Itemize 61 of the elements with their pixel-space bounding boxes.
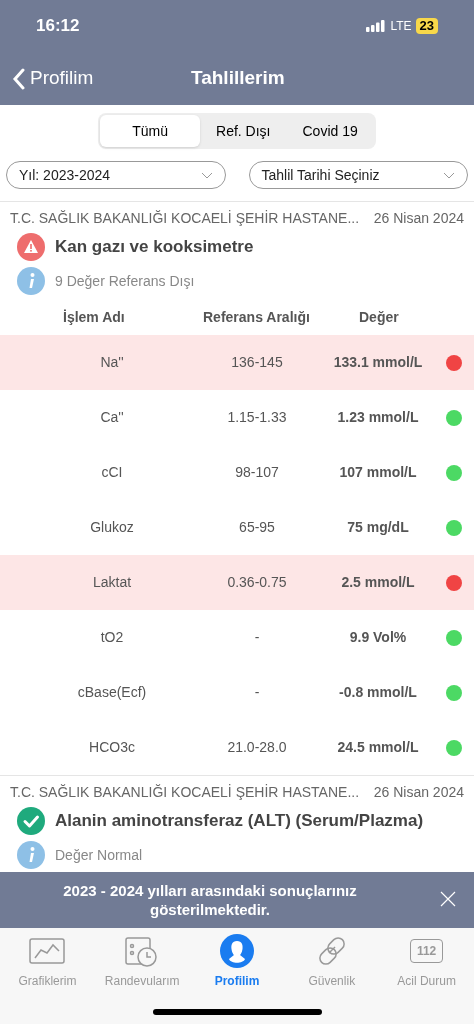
table-cell-text: 24.5 mmol/L xyxy=(336,738,419,757)
info-icon xyxy=(17,267,45,295)
table-cell-text: 136-145 xyxy=(231,353,283,372)
tab-bar-item[interactable]: 112 Acil Durum xyxy=(379,934,474,990)
hospital-name: T.C. SAĞLIK BAKANLIĞI KOCAELİ ŞEHİR HASTANE... xyxy=(10,209,360,228)
result-date: 26 Nisan 2024 xyxy=(373,783,464,802)
table-cell-text: Na'' xyxy=(99,353,124,372)
info-text: 9 Değer Referans Dışı xyxy=(55,271,195,291)
back-button[interactable]: Profilim xyxy=(12,64,94,93)
chevron-down-icon xyxy=(200,171,213,179)
test-title: Kan gazı ve kooksimetre xyxy=(55,236,254,259)
battery-indicator: 23 xyxy=(415,18,438,34)
table-cell-text: 107 mmol/L xyxy=(338,463,417,482)
column-header: Referans Aralığı xyxy=(202,307,311,327)
table-cell-text: -0.8 mmol/L xyxy=(338,683,417,702)
info-text: Değer Normal xyxy=(55,845,143,865)
table-cell-text: 133.1 mmol/L xyxy=(332,353,423,372)
table-cell-text: 9.9 Vol% xyxy=(348,628,407,647)
table-cell-text: Laktat xyxy=(91,573,132,592)
toast-message: 2023 - 2024 yılları arasındaki sonuçlarınız gösterilmektedir. xyxy=(62,881,358,919)
tab-bar-item[interactable]: Randevularım xyxy=(94,934,190,990)
table-cell-text: 1.23 mmol/L xyxy=(336,408,419,427)
table-cell-text: - xyxy=(254,628,260,647)
status-time: 16:12 xyxy=(36,15,80,38)
profile-icon xyxy=(220,934,254,968)
segment-tab[interactable]: Tümü xyxy=(100,115,201,147)
chevron-left-icon xyxy=(12,67,26,90)
column-header: İşlem Adı xyxy=(62,307,126,327)
table-cell-text: HCO3c xyxy=(88,738,135,757)
table-cell-text: cBase(Ecf) xyxy=(76,683,147,702)
close-icon xyxy=(440,891,456,907)
table-cell-text: 1.15-1.33 xyxy=(227,408,287,427)
table-cell-text: cCI xyxy=(100,463,123,482)
table-cell-text: 75 mg/dL xyxy=(346,518,409,537)
segment-tab[interactable]: Covid 19 xyxy=(286,115,374,147)
table-cell-text: 0.36-0.75 xyxy=(227,573,287,592)
test-title: Alanin aminotransferaz (ALT) (Serum/Plazma) xyxy=(55,810,424,833)
calendar-clock-icon xyxy=(125,935,160,967)
table-cell-text: - xyxy=(254,683,260,702)
network-label: LTE xyxy=(390,18,412,35)
emergency-number-icon: 112 xyxy=(409,939,444,963)
table-cell-text: 98-107 xyxy=(235,463,279,482)
tab-bar-item[interactable]: Profilim xyxy=(189,934,285,990)
chevron-down-icon xyxy=(443,171,455,179)
page-title: Tahlillerim xyxy=(191,66,285,91)
table-cell-text: 65-95 xyxy=(239,518,275,537)
table-cell-text: tO2 xyxy=(99,628,124,647)
table-cell-text: 2.5 mmol/L xyxy=(340,573,415,592)
segment-tab[interactable]: Ref. Dışı xyxy=(200,115,287,147)
table-cell-text: Glukoz xyxy=(89,518,134,537)
hospital-name: T.C. SAĞLIK BAKANLIĞI KOCAELİ ŞEHİR HASTANE... xyxy=(10,783,360,802)
info-icon xyxy=(17,841,45,869)
table-cell-text: 21.0-28.0 xyxy=(227,738,287,757)
close-button[interactable] xyxy=(440,891,456,907)
tab-bar-item[interactable]: Güvenlik xyxy=(284,934,380,990)
tab-bar-item[interactable]: Grafiklerim xyxy=(0,934,95,990)
signal-icon xyxy=(366,20,387,32)
column-header: Değer xyxy=(358,307,400,327)
table-cell-text: Ca'' xyxy=(99,408,124,427)
chart-icon xyxy=(29,938,66,964)
result-date: 26 Nisan 2024 xyxy=(373,209,464,228)
